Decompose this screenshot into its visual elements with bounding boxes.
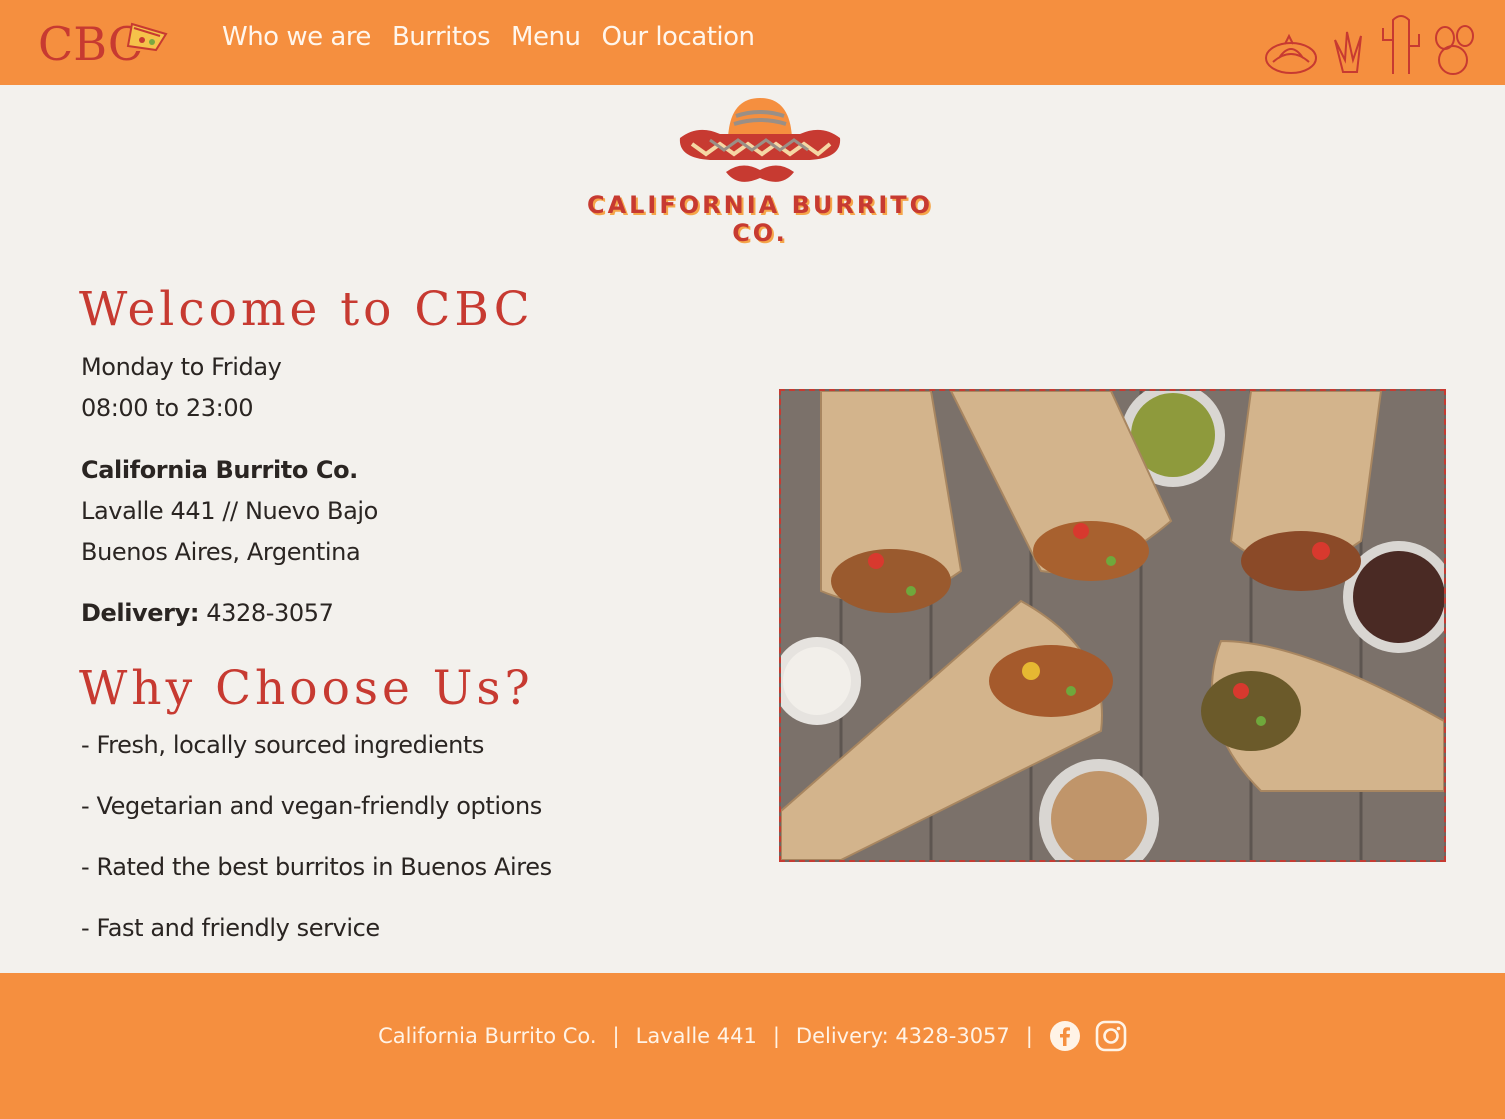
welcome-heading: Welcome to CBC (79, 282, 534, 337)
hours-time: 08:00 to 23:00 (81, 394, 254, 422)
cbc-logo-text: CBC (38, 17, 143, 70)
cacti-decoration-icon (1265, 15, 1474, 75)
facebook-icon[interactable] (1049, 1020, 1081, 1052)
nav-link-burritos[interactable]: Burritos (392, 22, 491, 52)
burritos-photo (779, 389, 1446, 862)
address-line-2: Buenos Aires, Argentina (81, 538, 361, 566)
burrito-logo-icon (126, 22, 168, 52)
brand-name: CALIFORNIA BURRITO CO. (586, 191, 934, 247)
site-footer: California Burrito Co. | Lavalle 441 | D… (0, 973, 1505, 1119)
footer-company: California Burrito Co. (378, 1024, 597, 1048)
address-line-1: Lavalle 441 // Nuevo Bajo (81, 497, 378, 525)
cbc-logo[interactable]: CBC (38, 14, 178, 70)
site-header: CBC Who we are Burritos Menu Our locatio… (0, 0, 1505, 85)
footer-delivery: Delivery: 4328-3057 (795, 1024, 1010, 1048)
company-name: California Burrito Co. (81, 456, 358, 484)
main-nav: Who we are Burritos Menu Our location (222, 22, 755, 52)
footer-separator: | (612, 1024, 620, 1048)
list-item: - Fresh, locally sourced ingredients (81, 731, 485, 759)
delivery-label: Delivery: (81, 599, 200, 627)
burritos-image (781, 391, 1444, 860)
footer-address: Lavalle 441 (635, 1024, 757, 1048)
instagram-icon[interactable] (1095, 1020, 1127, 1052)
list-item: - Fast and friendly service (81, 914, 380, 942)
list-item: - Vegetarian and vegan-friendly options (81, 792, 542, 820)
list-item: - Rated the best burritos in Buenos Aire… (81, 853, 552, 881)
why-choose-us-heading: Why Choose Us? (79, 661, 534, 716)
delivery-phone: 4328-3057 (206, 599, 334, 627)
brand-logo: CALIFORNIA BURRITO CO. (560, 94, 960, 247)
hours-days: Monday to Friday (81, 353, 282, 381)
delivery-line: Delivery: 4328-3057 (81, 599, 334, 627)
footer-separator: | (1025, 1024, 1033, 1048)
sombrero-mustache-icon (679, 98, 841, 182)
footer-info: California Burrito Co. | Lavalle 441 | D… (0, 1020, 1505, 1052)
nav-link-our-location[interactable]: Our location (601, 22, 755, 52)
nav-link-who-we-are[interactable]: Who we are (222, 22, 371, 52)
footer-separator: | (772, 1024, 780, 1048)
nav-link-menu[interactable]: Menu (511, 22, 581, 52)
